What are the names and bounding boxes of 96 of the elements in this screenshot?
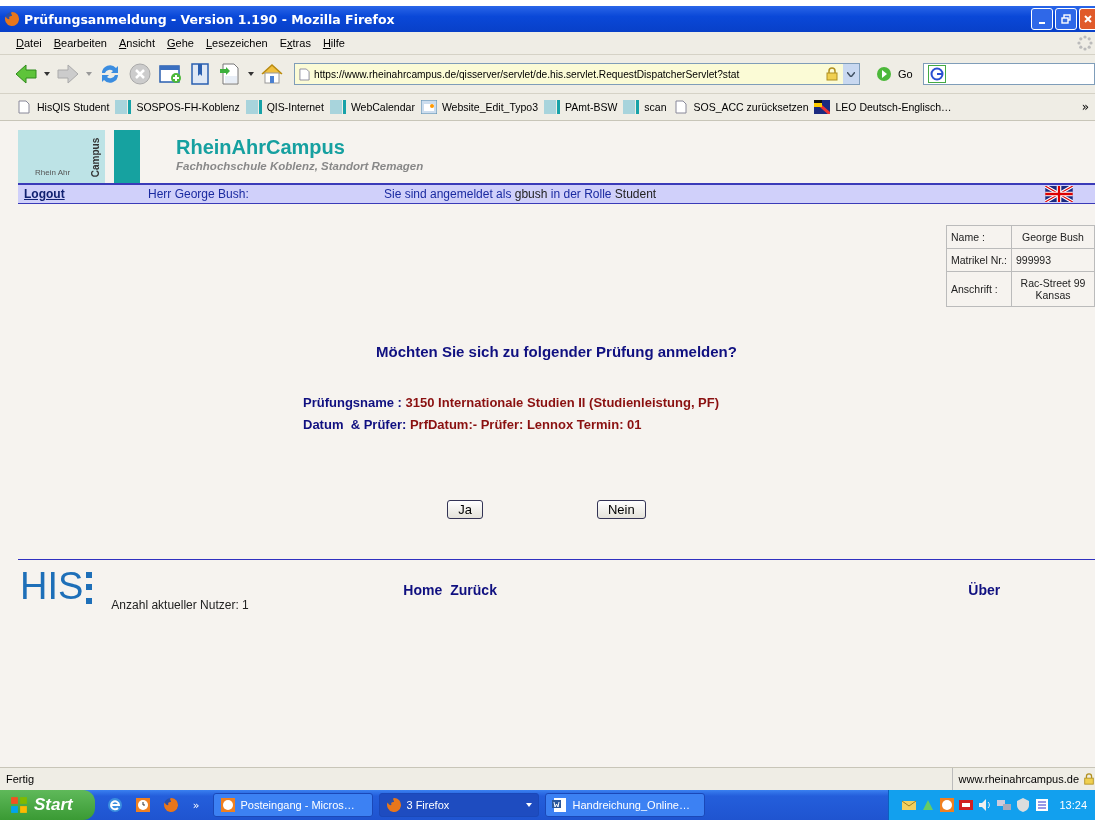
field-value: PrfDatum:- Prüfer: Lennox Termin: 01 bbox=[409, 417, 642, 432]
field-value: 3150 Internationale Studien II (Studienleistung, PF) bbox=[405, 395, 720, 410]
field-label: Prüfungsname : bbox=[303, 395, 403, 410]
campus-logo: Rhein Ahr Campus bbox=[18, 130, 105, 183]
monitors-icon[interactable] bbox=[996, 797, 1013, 813]
uk-flag-icon[interactable] bbox=[1045, 186, 1073, 202]
site-title: RheinAhrCampus bbox=[176, 136, 346, 159]
flag-icon bbox=[814, 100, 831, 114]
tile-icon bbox=[623, 100, 640, 114]
menu-item[interactable]: Datei bbox=[10, 37, 48, 49]
forward-arrow-icon[interactable] bbox=[56, 62, 80, 86]
close-button[interactable] bbox=[1079, 8, 1095, 30]
taskbar-button[interactable]: Posteingang - Micros… bbox=[213, 793, 374, 817]
user-count: Anzahl aktueller Nutzer: 1 bbox=[111, 598, 250, 612]
menu-item[interactable]: Extras bbox=[273, 37, 317, 49]
his-logo: HIS bbox=[20, 566, 94, 606]
bookmark-link[interactable]: PAmt-BSW bbox=[565, 101, 618, 113]
clock-time: 13:24 bbox=[1059, 799, 1087, 811]
bookmark-link[interactable]: QIS-Internet bbox=[266, 101, 324, 113]
taskbar-button[interactable]: Handreichung_Online… bbox=[545, 793, 706, 817]
site-subtitle: Fachhochschule Koblenz, Standort Remagen bbox=[176, 160, 424, 172]
window-icon bbox=[420, 100, 437, 114]
footer-link[interactable]: Home bbox=[403, 582, 443, 598]
page-icon bbox=[16, 100, 32, 114]
menu-item[interactable]: Ansicht bbox=[112, 37, 161, 49]
taskbar-button[interactable]: 3 Firefox bbox=[379, 793, 540, 817]
confirmation-question: Möchten Sie sich zu folgender Prüfung anmelden? bbox=[375, 343, 738, 360]
status-text: Fertig bbox=[6, 773, 35, 785]
caret-icon bbox=[526, 803, 533, 807]
info-value: 999993 bbox=[1011, 248, 1095, 272]
shield-icon[interactable] bbox=[1015, 797, 1032, 813]
bookmark-link[interactable]: Website_Edit_Typo3 bbox=[441, 101, 538, 113]
stop-icon[interactable] bbox=[128, 62, 152, 86]
lock-icon bbox=[1083, 773, 1095, 785]
info-label: Matrikel Nr.: bbox=[946, 248, 1012, 272]
minimize-button[interactable] bbox=[1031, 8, 1053, 30]
window-title: Prüfungsanmeldung - Version 1.190 - Mozilla Firefox bbox=[24, 11, 396, 27]
search-field[interactable] bbox=[922, 63, 1095, 85]
windows-logo-icon bbox=[10, 796, 28, 814]
menu-item[interactable]: Hilfe bbox=[316, 37, 351, 49]
about-link[interactable]: Über bbox=[968, 582, 1001, 598]
menu-item[interactable]: Gehe bbox=[161, 37, 200, 49]
tile-icon bbox=[115, 100, 132, 114]
page-icon bbox=[672, 100, 689, 114]
tile-icon bbox=[329, 100, 346, 114]
info-label: Name : bbox=[946, 225, 1012, 249]
back-arrow-icon[interactable] bbox=[14, 62, 38, 86]
info-value: George Bush bbox=[1011, 225, 1095, 249]
search-engine-icon bbox=[927, 65, 946, 83]
yes-button[interactable]: Ja bbox=[447, 500, 483, 519]
minimize-icon bbox=[1039, 22, 1045, 24]
footer-link[interactable]: Zurück bbox=[450, 582, 497, 598]
logout-link[interactable]: Logout bbox=[24, 187, 148, 201]
bookmark-link[interactable]: SOSPOS-FH-Koblenz bbox=[136, 101, 240, 113]
bookmark-link[interactable]: SOS_ACC zurücksetzen bbox=[693, 101, 809, 113]
home-icon[interactable] bbox=[260, 62, 284, 86]
bookmark-link[interactable]: HisQIS Student bbox=[37, 101, 110, 113]
user-name: Herr George Bush: bbox=[148, 187, 250, 201]
clock-icon[interactable] bbox=[134, 797, 151, 813]
close-icon bbox=[1082, 14, 1093, 24]
chevron-down-icon bbox=[847, 71, 855, 77]
address-field[interactable]: https://www.rheinahrcampus.de/qisserver/servlet/de.his.servlet.RequestDispatcherServlet?stat bbox=[294, 63, 860, 85]
login-status: Sie sind angemeldet als gbush in der Rolle Student bbox=[384, 187, 658, 201]
clock-icon[interactable] bbox=[939, 797, 956, 813]
clock-icon bbox=[220, 797, 237, 813]
fox-globe-icon bbox=[386, 797, 403, 813]
list-icon[interactable] bbox=[1034, 797, 1051, 813]
lock-icon bbox=[825, 67, 839, 81]
restore-button[interactable] bbox=[1055, 8, 1077, 30]
menu-item[interactable]: Bearbeiten bbox=[47, 37, 113, 49]
bookmarks-icon[interactable] bbox=[188, 62, 212, 86]
logo-bar bbox=[114, 130, 140, 183]
bookmark-link[interactable]: scan bbox=[644, 101, 667, 113]
throbber-icon bbox=[1077, 35, 1093, 51]
document-icon bbox=[552, 797, 569, 813]
caret-icon[interactable] bbox=[248, 72, 254, 76]
dropdown-button[interactable] bbox=[843, 64, 859, 84]
status-host: www.rheinahrcampus.de bbox=[958, 773, 1079, 785]
new-window-icon[interactable] bbox=[158, 62, 182, 86]
more-bookmarks-chevron[interactable]: » bbox=[1081, 100, 1095, 114]
info-value: Rac-Street 99 Kansas bbox=[1011, 271, 1095, 307]
more-chevron[interactable]: » bbox=[192, 798, 200, 812]
bookmark-link[interactable]: LEO Deutsch-Englisch… bbox=[835, 101, 952, 113]
bookmark-link[interactable]: WebCalendar bbox=[350, 101, 415, 113]
menu-item[interactable]: Lesezeichen bbox=[199, 37, 274, 49]
restore-icon bbox=[1061, 14, 1071, 24]
browser-e-icon[interactable] bbox=[106, 797, 123, 813]
info-label: Anschrift : bbox=[946, 271, 1012, 307]
no-button[interactable]: Nein bbox=[597, 500, 646, 519]
tile-icon bbox=[245, 100, 262, 114]
tile-icon bbox=[544, 100, 560, 114]
go-button[interactable]: Go bbox=[872, 66, 917, 82]
caret-icon[interactable] bbox=[44, 72, 50, 76]
play-icon bbox=[876, 66, 892, 82]
field-label: Datum & Prüfer: bbox=[303, 417, 408, 432]
page-icon bbox=[299, 67, 310, 81]
